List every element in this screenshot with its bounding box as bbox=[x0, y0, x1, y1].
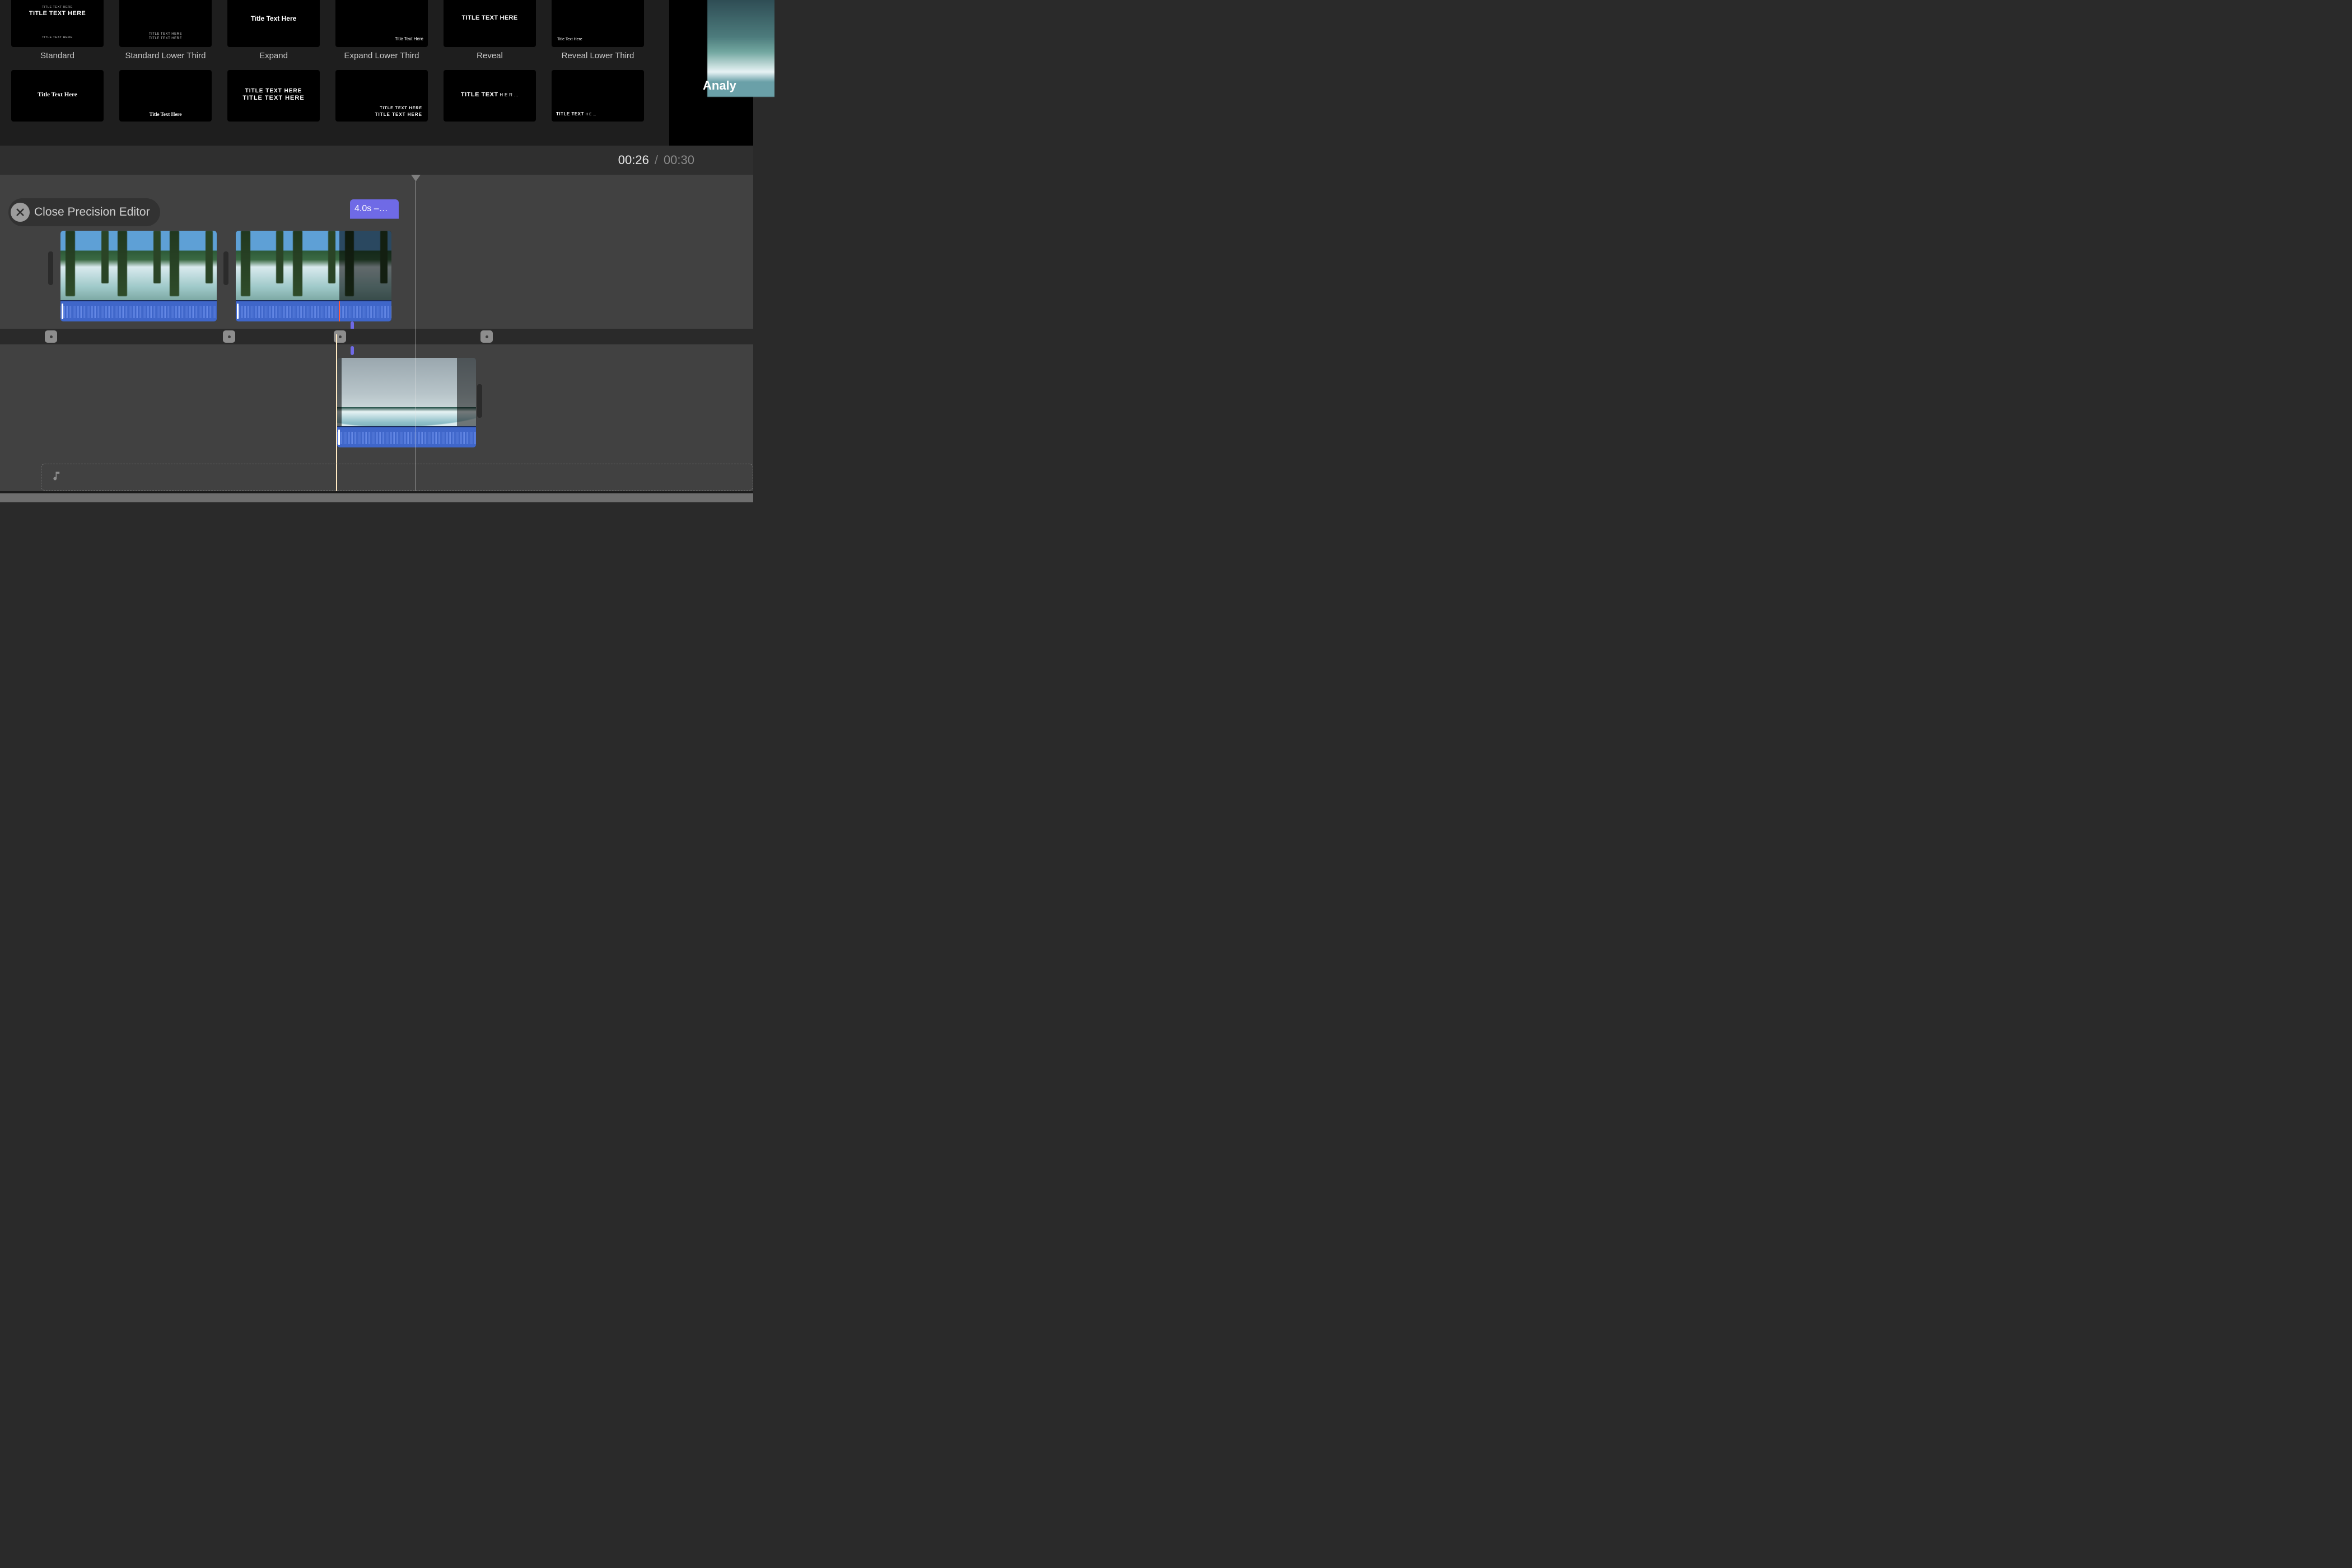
title-thumb-text-tail: H E … bbox=[586, 113, 596, 116]
title-thumb-text-main: Title Text Here bbox=[227, 15, 320, 22]
title-thumb: Title Text Here bbox=[227, 0, 320, 47]
timecode-separator: / bbox=[655, 153, 658, 167]
titles-browser: TITLE TEXT HERE TITLE TEXT HERE TITLE TE… bbox=[0, 0, 669, 146]
transition-marker-bottom[interactable] bbox=[351, 346, 354, 355]
title-thumb-text-main: TITLE TEXT HERE bbox=[11, 10, 104, 17]
video-clip-2[interactable] bbox=[236, 231, 391, 321]
precision-editor-bar[interactable] bbox=[0, 329, 753, 344]
close-precision-editor-label: Close Precision Editor bbox=[34, 206, 150, 219]
edit-point[interactable] bbox=[223, 330, 235, 343]
title-thumb-text-top: TITLE TEXT HERE bbox=[380, 106, 422, 110]
title-clip[interactable]: 4.0s –… bbox=[350, 199, 399, 218]
titles-grid: TITLE TEXT HERE TITLE TEXT HERE TITLE TE… bbox=[0, 0, 669, 122]
title-template-focus[interactable]: Title Text Here bbox=[11, 70, 104, 122]
title-thumb-text-main: TITLE TEXT HERE bbox=[444, 15, 536, 21]
close-precision-editor-button[interactable]: Close Precision Editor bbox=[8, 198, 160, 226]
title-thumb-text-main: TITLE TEXT bbox=[461, 91, 498, 98]
clip-trim-handle[interactable] bbox=[48, 251, 53, 285]
analysis-label: Analy bbox=[703, 78, 736, 93]
title-thumb: TITLE TEXT HERE bbox=[444, 0, 536, 47]
viewer-panel: Analy bbox=[669, 0, 753, 146]
title-thumb: Title Text Here bbox=[552, 0, 644, 47]
timeline[interactable]: Close Precision Editor 4.0s –… bbox=[0, 175, 753, 502]
title-template-label: Standard bbox=[40, 51, 74, 62]
title-template-reveal[interactable]: TITLE TEXT HERE Reveal bbox=[444, 0, 536, 62]
title-thumb: TITLE TEXT HERE TITLE TEXT HERE bbox=[335, 70, 428, 122]
title-thumb-text-main: Title Text Here bbox=[11, 91, 104, 98]
title-template-expand-lower-third[interactable]: Title Text Here Expand Lower Third bbox=[335, 0, 428, 62]
clip-audio-waveform[interactable] bbox=[60, 300, 217, 321]
title-template-label: Standard Lower Third bbox=[125, 51, 206, 62]
title-thumb: Title Text Here bbox=[11, 70, 104, 122]
title-template-label: Reveal bbox=[477, 51, 503, 62]
title-template-label: Reveal Lower Third bbox=[562, 51, 634, 62]
clip-trim-handle[interactable] bbox=[223, 251, 228, 285]
title-thumb-text-lower: Title Text Here bbox=[119, 111, 212, 117]
music-note-icon bbox=[52, 470, 63, 485]
title-thumb: TITLE TEXT HERE TITLE TEXT HERE TITLE TE… bbox=[11, 0, 104, 47]
edit-point[interactable] bbox=[45, 330, 57, 343]
edit-point[interactable] bbox=[480, 330, 493, 343]
title-thumb-text-bottom: TITLE TEXT HERE bbox=[11, 36, 104, 39]
music-track-dropzone[interactable] bbox=[41, 464, 753, 491]
title-template-line[interactable]: TITLE TEXT HERE TITLE TEXT HERE bbox=[227, 70, 320, 122]
edit-marker[interactable] bbox=[339, 301, 340, 321]
title-thumb: TITLE TEXT H E … bbox=[552, 70, 644, 122]
title-thumb-text-main: TITLE TEXT HERE bbox=[375, 112, 422, 117]
video-clip-1[interactable] bbox=[60, 231, 217, 321]
title-template-line-lower-third[interactable]: TITLE TEXT HERE TITLE TEXT HERE bbox=[335, 70, 428, 122]
clip-trim-handle[interactable] bbox=[477, 384, 482, 418]
title-thumb-text-lower: TITLE TEXT HERE TITLE TEXT HERE bbox=[119, 32, 212, 41]
title-thumb-text-tail: H E R … bbox=[500, 92, 519, 97]
title-template-expand[interactable]: Title Text Here Expand bbox=[227, 0, 320, 62]
title-template-label: Expand Lower Third bbox=[344, 51, 419, 62]
title-template-reveal-lower-third[interactable]: Title Text Here Reveal Lower Third bbox=[552, 0, 644, 62]
title-template-standard[interactable]: TITLE TEXT HERE TITLE TEXT HERE TITLE TE… bbox=[11, 0, 104, 62]
title-template-reveal2-lower-third[interactable]: TITLE TEXT H E … bbox=[552, 70, 644, 122]
title-thumb-text-top: TITLE TEXT HERE bbox=[227, 88, 320, 94]
title-thumb-text-lower: Title Text Here bbox=[557, 38, 582, 41]
timeline-header: 00:26 / 00:30 bbox=[0, 146, 753, 175]
title-template-standard-lower-third[interactable]: TITLE TEXT HERE TITLE TEXT HERE Standard… bbox=[119, 0, 212, 62]
title-clip-label: 4.0s –… bbox=[354, 204, 388, 214]
title-template-reveal2[interactable]: TITLE TEXT H E R … bbox=[444, 70, 536, 122]
title-thumb-text-main: TITLE TEXT bbox=[556, 111, 584, 116]
title-thumb-text-main: TITLE TEXT HERE bbox=[227, 95, 320, 101]
title-thumb: TITLE TEXT HERE TITLE TEXT HERE bbox=[227, 70, 320, 122]
title-thumb: TITLE TEXT H E R … bbox=[444, 70, 536, 122]
title-thumb: TITLE TEXT HERE TITLE TEXT HERE bbox=[119, 0, 212, 47]
title-thumb-text-top: TITLE TEXT HERE bbox=[11, 6, 104, 9]
title-template-focus-lower-third[interactable]: Title Text Here bbox=[119, 70, 212, 122]
timeline-bottom-shelf bbox=[0, 491, 753, 502]
title-thumb: Title Text Here bbox=[335, 0, 428, 47]
clip-audio-waveform[interactable] bbox=[337, 426, 476, 447]
clip-audio-waveform[interactable] bbox=[236, 300, 391, 321]
timecode-current: 00:26 bbox=[618, 153, 649, 167]
close-icon bbox=[11, 203, 30, 222]
title-thumb: Title Text Here bbox=[119, 70, 212, 122]
title-thumb-text-lower: Title Text Here bbox=[395, 36, 423, 41]
timecode-total: 00:30 bbox=[664, 153, 694, 167]
title-template-label: Expand bbox=[259, 51, 288, 62]
video-clip-3[interactable] bbox=[337, 358, 476, 447]
